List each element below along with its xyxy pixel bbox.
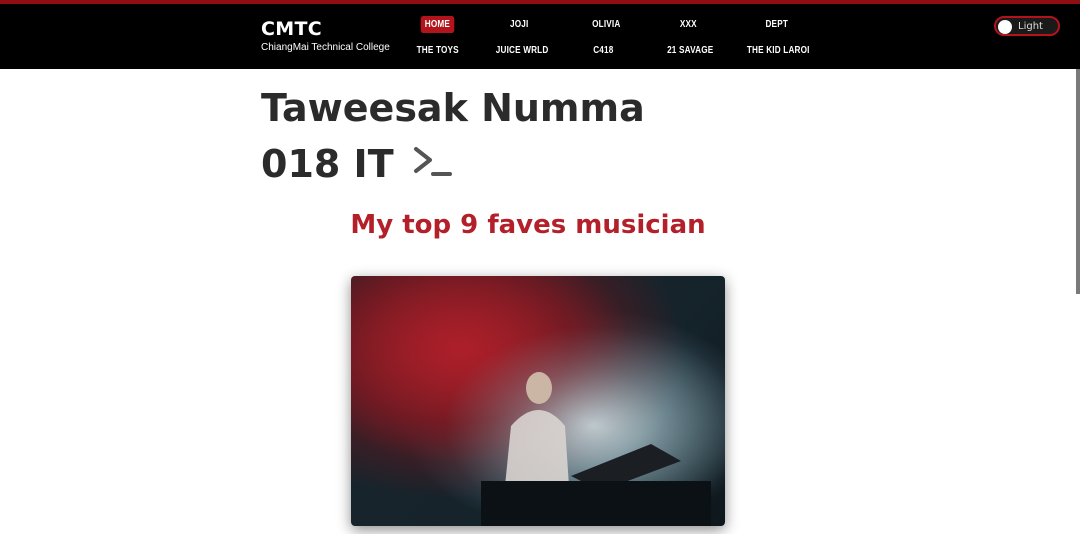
musician-photo — [351, 276, 725, 526]
section-title: My top 9 faves musician — [350, 210, 706, 240]
name-line2: 018 IT — [261, 142, 394, 186]
brand[interactable]: CMTC ChiangMai Technical College — [261, 18, 390, 54]
nav-the-kid-laroi[interactable]: The Kid Laroi — [747, 45, 810, 56]
nav-the-toys[interactable]: The Toys — [417, 45, 459, 56]
nav-c418[interactable]: C418 — [593, 45, 613, 56]
nav-home[interactable]: Home — [420, 16, 455, 33]
name-line1: Taweesak Numma — [261, 86, 645, 130]
nav-juice-wrld[interactable]: Juice Wrld — [496, 45, 549, 56]
top-navbar: CMTC ChiangMai Technical College Home Jo… — [0, 0, 1080, 69]
hero-name: Taweesak Numma 018 IT — [261, 80, 645, 195]
brand-subtitle: ChiangMai Technical College — [261, 42, 390, 53]
terminal-prompt-icon — [413, 139, 453, 195]
brand-title: CMTC — [261, 18, 322, 40]
toggle-knob — [998, 20, 1012, 34]
nav-dept[interactable]: Dept — [765, 19, 788, 30]
theme-toggle-label: Light — [1018, 21, 1043, 32]
nav-xxx[interactable]: XXX — [680, 19, 697, 30]
musician-photo-art — [351, 276, 725, 526]
nav-olivia[interactable]: Olivia — [592, 19, 620, 30]
nav-joji[interactable]: Joji — [510, 19, 528, 30]
scrollbar[interactable] — [1076, 69, 1080, 294]
name-line2-wrap: 018 IT — [261, 136, 645, 195]
theme-toggle[interactable]: Light — [994, 16, 1060, 36]
nav-21-savage[interactable]: 21 Savage — [667, 45, 713, 56]
